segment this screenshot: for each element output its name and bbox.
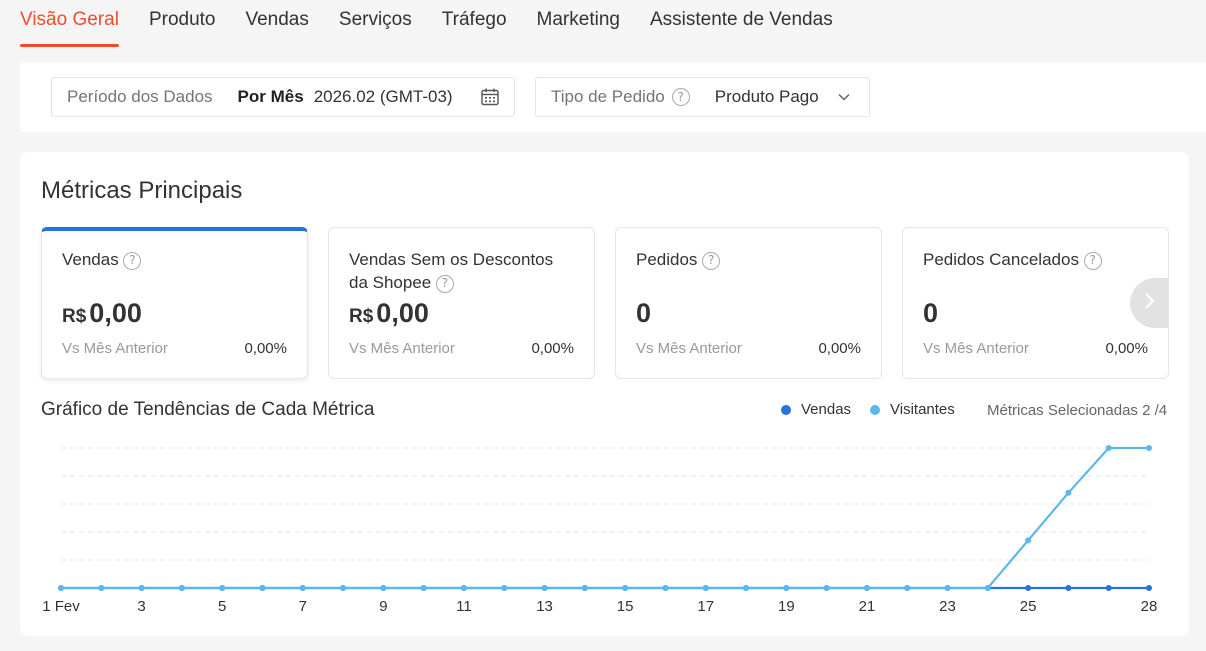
period-label: Período dos Dados: [67, 87, 213, 106]
data-point-visitantes: [863, 585, 870, 591]
data-point-visitantes: [138, 585, 145, 591]
tab-produto[interactable]: Produto: [149, 0, 216, 47]
x-tick-label: 19: [778, 598, 795, 615]
trend-chart: 1 Fev 3 5 7 9 11 13 15 17 19 21 23 25 28: [42, 445, 1158, 615]
data-point-visitantes: [501, 585, 508, 591]
period-mode: Por Mês: [237, 87, 304, 106]
data-point-visitantes: [460, 585, 467, 591]
data-point-visitantes: [904, 585, 911, 591]
data-point-visitantes: [984, 585, 991, 591]
x-tick-label: 9: [379, 598, 387, 615]
order-type-selector[interactable]: Tipo de Pedido ? Produto Pago: [535, 77, 870, 117]
x-tick-label: 21: [859, 598, 876, 615]
tab-assistente-de-vendas[interactable]: Assistente de Vendas: [650, 0, 833, 47]
series-line-visitantes: [61, 446, 1149, 590]
data-point-visitantes: [581, 585, 588, 591]
x-tick-label: 5: [218, 598, 226, 615]
data-point-visitantes: [702, 585, 709, 591]
tab-marketing[interactable]: Marketing: [537, 0, 620, 47]
data-point-visitantes: [622, 585, 629, 591]
data-point-visitantes: [1065, 489, 1072, 496]
data-point-visitantes: [420, 585, 427, 591]
data-point-visitantes: [259, 585, 266, 591]
data-point-visitantes: [58, 585, 64, 591]
x-tick-label: 17: [697, 598, 714, 615]
data-point-visitantes: [1025, 537, 1032, 544]
data-point-visitantes: [340, 585, 347, 591]
data-point-visitantes: [98, 585, 105, 591]
data-point-visitantes: [219, 585, 226, 591]
order-type-label: Tipo de Pedido: [551, 87, 665, 106]
period-value: 2026.02 (GMT-03): [313, 87, 453, 106]
calendar-icon[interactable]: [480, 87, 500, 112]
tab-trafego[interactable]: Tráfego: [442, 0, 507, 47]
data-point-visitantes: [1105, 445, 1112, 451]
tab-vendas[interactable]: Vendas: [245, 0, 308, 47]
tab-servicos[interactable]: Serviços: [339, 0, 412, 47]
order-type-value: Produto Pago: [714, 87, 819, 106]
data-point-vendas: [1105, 585, 1112, 591]
key-metrics-card: Métricas Principais Vendas ? R$ 0,00 Vs M…: [20, 152, 1189, 636]
period-selector[interactable]: Período dos Dados Por Mês 2026.02 (GMT-0…: [51, 77, 515, 117]
data-point-vendas: [1065, 585, 1072, 591]
filter-bar: Período dos Dados Por Mês 2026.02 (GMT-0…: [20, 62, 1206, 132]
x-tick-label: 13: [536, 598, 553, 615]
data-point-visitantes: [1146, 445, 1152, 451]
x-tick-label: 7: [299, 598, 307, 615]
x-tick-label: 25: [1020, 598, 1037, 615]
data-point-visitantes: [823, 585, 830, 591]
data-point-vendas: [1146, 585, 1152, 591]
data-point-visitantes: [541, 585, 548, 591]
x-tick-label: 1 Fev: [42, 598, 80, 615]
data-point-visitantes: [783, 585, 790, 591]
help-icon[interactable]: ?: [671, 88, 690, 106]
data-point-vendas: [1025, 585, 1032, 591]
x-tick-label: 15: [617, 598, 634, 615]
x-tick-label: 11: [456, 598, 472, 615]
x-tick-label: 23: [939, 598, 956, 615]
data-point-visitantes: [380, 585, 387, 591]
chevron-down-icon[interactable]: [837, 89, 851, 109]
data-point-visitantes: [743, 585, 750, 591]
top-nav: Visão Geral Produto Vendas Serviços Tráf…: [0, 0, 1206, 48]
x-tick-label: 28: [1141, 598, 1158, 615]
data-point-visitantes: [178, 585, 185, 591]
data-point-visitantes: [299, 585, 306, 591]
tab-visao-geral[interactable]: Visão Geral: [20, 0, 119, 47]
data-point-visitantes: [662, 585, 669, 591]
data-point-visitantes: [944, 585, 951, 591]
x-tick-label: 3: [137, 598, 145, 615]
